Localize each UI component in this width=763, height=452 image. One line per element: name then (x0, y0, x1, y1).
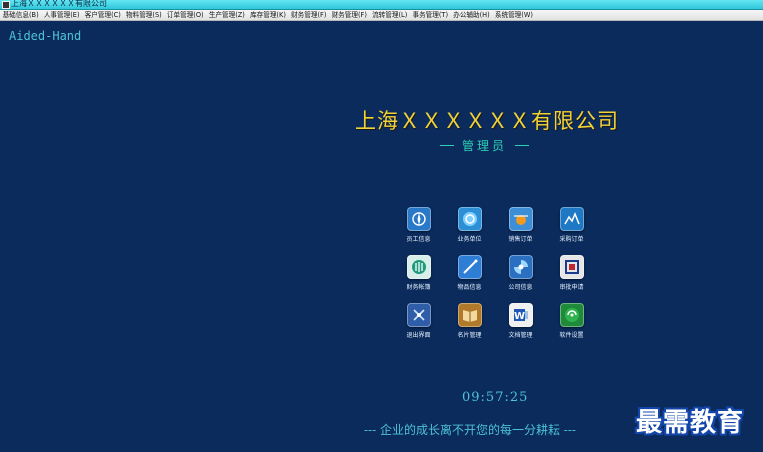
shield-icon (406, 255, 431, 279)
brand-text: Aided-Hand (9, 29, 82, 43)
globe-icon (559, 303, 584, 327)
orb-icon (457, 207, 482, 231)
main-panel: Aided-Hand 上海ＸＸＸＸＸＸ有限公司 管理员 员工信息 业务单位 销售… (0, 21, 763, 452)
tile-company-info[interactable]: 公司信息 (495, 255, 546, 291)
tile-item-info[interactable]: 物品信息 (444, 255, 495, 291)
tile-software-settings[interactable]: 软件设置 (546, 303, 597, 339)
menu-orders[interactable]: 订单管理(O) (164, 10, 206, 20)
role-line: 管理员 (440, 137, 530, 154)
tile-sales-orders[interactable]: 销售订单 (495, 207, 546, 243)
tile-employee-info[interactable]: 员工信息 (393, 207, 444, 243)
menu-inventory[interactable]: 库存管理(K) (247, 10, 288, 20)
tile-label: 公司信息 (508, 284, 533, 291)
menu-finance[interactable]: 财务管理(F) (289, 10, 330, 20)
motto: --- 企业的成长离不开您的每一分耕耘 --- (364, 423, 576, 437)
menu-finance-2[interactable]: 财务管理(F) (329, 10, 370, 20)
module-grid: 员工信息 业务单位 销售订单 采购订单 财务帐簿 物品信息 公司信息 审批申请 … (393, 207, 597, 339)
book-icon (457, 303, 482, 327)
window-title: 上海ＸＸＸＸＸＸ有限公司 (11, 0, 107, 8)
tile-label: 审批申请 (559, 284, 584, 291)
pen-icon (457, 255, 482, 279)
clock: 09:57:25 (462, 390, 529, 405)
company-title: 上海ＸＸＸＸＸＸ有限公司 (355, 109, 619, 133)
user-role: 管理员 (462, 139, 508, 153)
tile-finance-ledger[interactable]: 财务帐簿 (393, 255, 444, 291)
window-titlebar: 上海ＸＸＸＸＸＸ有限公司 (0, 0, 763, 10)
menu-affairs[interactable]: 事务管理(T) (410, 10, 451, 20)
tile-label: 销售订单 (508, 236, 533, 243)
watermark: 最需教育 (636, 408, 745, 438)
tile-business-cards[interactable]: 名片管理 (444, 303, 495, 339)
word-icon: W (508, 303, 533, 327)
tile-approval-request[interactable]: 审批申请 (546, 255, 597, 291)
tile-document-mgmt[interactable]: W 文档管理 (495, 303, 546, 339)
menu-base-info[interactable]: 基础信息(B) (0, 10, 41, 20)
sun-icon (508, 207, 533, 231)
tile-label: 采购订单 (559, 236, 584, 243)
chart-icon (559, 207, 584, 231)
swirl-icon (508, 255, 533, 279)
compass-icon (406, 207, 431, 231)
tile-label: 财务帐簿 (406, 284, 431, 291)
menu-production[interactable]: 生产管理(Z) (206, 10, 247, 20)
role-dash-right (515, 145, 530, 146)
menu-office[interactable]: 办公辅助(H) (451, 10, 493, 20)
app-icon (2, 1, 10, 9)
menu-personnel[interactable]: 人事管理(E) (41, 10, 82, 20)
loop-icon (559, 255, 584, 279)
tile-label: 物品信息 (457, 284, 482, 291)
tile-label: 软件设置 (559, 332, 584, 339)
menu-bar: 基础信息(B) 人事管理(E) 客户管理(C) 物料管理(S) 订单管理(O) … (0, 10, 763, 21)
menu-workflow[interactable]: 流转管理(L) (370, 10, 410, 20)
tile-exit[interactable]: 退出界面 (393, 303, 444, 339)
tile-label: 员工信息 (406, 236, 431, 243)
ruler-icon (406, 303, 431, 327)
role-dash-left (440, 145, 454, 146)
menu-customers[interactable]: 客户管理(C) (82, 10, 123, 20)
tile-label: 名片管理 (457, 332, 482, 339)
tile-business-units[interactable]: 业务单位 (444, 207, 495, 243)
tile-label: 退出界面 (406, 332, 431, 339)
tile-label: 文档管理 (508, 332, 533, 339)
menu-materials[interactable]: 物料管理(S) (123, 10, 164, 20)
tile-label: 业务单位 (457, 236, 482, 243)
tile-purchase-orders[interactable]: 采购订单 (546, 207, 597, 243)
menu-system[interactable]: 系统管理(W) (492, 10, 535, 20)
svg-text:W: W (513, 311, 524, 322)
